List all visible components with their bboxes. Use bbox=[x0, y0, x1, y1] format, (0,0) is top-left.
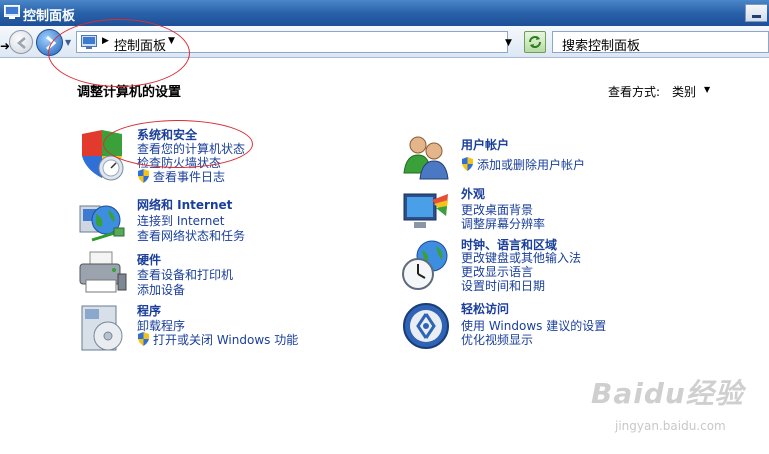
link-add-device[interactable]: 添加设备 bbox=[137, 281, 185, 298]
cursor-arrow-icon: ➜ bbox=[0, 39, 11, 53]
security-shield-icon bbox=[82, 130, 124, 181]
link-set-date-time[interactable]: 设置时间和日期 bbox=[461, 277, 545, 294]
address-bar: ▼ ▶ 控制面板 ▼ ▼ 搜索控制面板 bbox=[0, 26, 769, 58]
link-add-remove-users[interactable]: 添加或删除用户帐户 bbox=[461, 156, 585, 173]
category-title-user-accounts[interactable]: 用户帐户 bbox=[461, 136, 509, 153]
control-panel-icon bbox=[4, 5, 20, 19]
search-input[interactable]: 搜索控制面板 bbox=[552, 31, 769, 54]
link-network-status[interactable]: 查看网络状态和任务 bbox=[137, 227, 245, 244]
programs-disc-icon bbox=[81, 305, 123, 351]
search-placeholder: 搜索控制面板 bbox=[562, 39, 641, 54]
printer-icon bbox=[79, 251, 127, 293]
breadcrumb-separator-icon[interactable]: ▶ bbox=[102, 36, 109, 46]
link-optimize-display[interactable]: 优化视频显示 bbox=[461, 331, 533, 348]
network-globe-icon bbox=[79, 205, 125, 242]
minimize-button[interactable] bbox=[745, 4, 767, 22]
breadcrumb-dropdown-icon[interactable]: ▼ bbox=[168, 36, 175, 46]
link-label: 查看事件日志 bbox=[153, 170, 226, 184]
appearance-monitor-icon bbox=[403, 193, 448, 228]
category-title-network[interactable]: 网络和 Internet bbox=[137, 196, 232, 213]
refresh-button[interactable] bbox=[524, 31, 546, 53]
category-title-ease-of-access[interactable]: 轻松访问 bbox=[461, 300, 509, 317]
minimize-icon bbox=[752, 15, 761, 18]
view-by-select[interactable]: 类别 bbox=[672, 83, 696, 100]
view-by-dropdown-icon[interactable]: ▼ bbox=[704, 85, 710, 94]
forward-arrow-icon bbox=[46, 35, 57, 51]
back-button[interactable] bbox=[9, 30, 33, 54]
ease-of-access-icon bbox=[403, 303, 449, 349]
forward-button[interactable] bbox=[36, 29, 63, 56]
breadcrumb[interactable]: ▶ 控制面板 ▼ bbox=[76, 31, 508, 54]
uac-shield-icon bbox=[462, 157, 473, 171]
window-title: 控制面板 bbox=[23, 9, 76, 24]
link-label: 打开或关闭 Windows 功能 bbox=[153, 333, 299, 347]
refresh-icon bbox=[529, 36, 541, 48]
link-screen-resolution[interactable]: 调整屏幕分辨率 bbox=[461, 215, 545, 232]
link-view-event-log[interactable]: 查看事件日志 bbox=[137, 168, 225, 185]
address-dropdown-icon[interactable]: ▼ bbox=[505, 38, 512, 48]
back-arrow-icon bbox=[17, 37, 26, 49]
page-title: 调整计算机的设置 bbox=[77, 85, 182, 100]
category-title-appearance[interactable]: 外观 bbox=[461, 185, 485, 202]
clock-globe-icon bbox=[402, 240, 448, 290]
breadcrumb-item[interactable]: 控制面板 bbox=[114, 35, 166, 54]
uac-shield-icon bbox=[138, 169, 149, 183]
users-icon bbox=[403, 136, 449, 180]
view-by-label: 查看方式: bbox=[608, 85, 661, 99]
title-bar: 控制面板 bbox=[0, 0, 769, 26]
history-dropdown-icon[interactable]: ▼ bbox=[65, 38, 71, 47]
link-windows-features[interactable]: 打开或关闭 Windows 功能 bbox=[137, 331, 298, 348]
watermark-logo: Baidu经验 bbox=[591, 377, 744, 410]
watermark-url: jingyan.baidu.com bbox=[615, 419, 726, 433]
uac-shield-icon bbox=[138, 332, 149, 346]
link-label: 添加或删除用户帐户 bbox=[477, 158, 586, 172]
control-panel-icon bbox=[81, 35, 97, 49]
